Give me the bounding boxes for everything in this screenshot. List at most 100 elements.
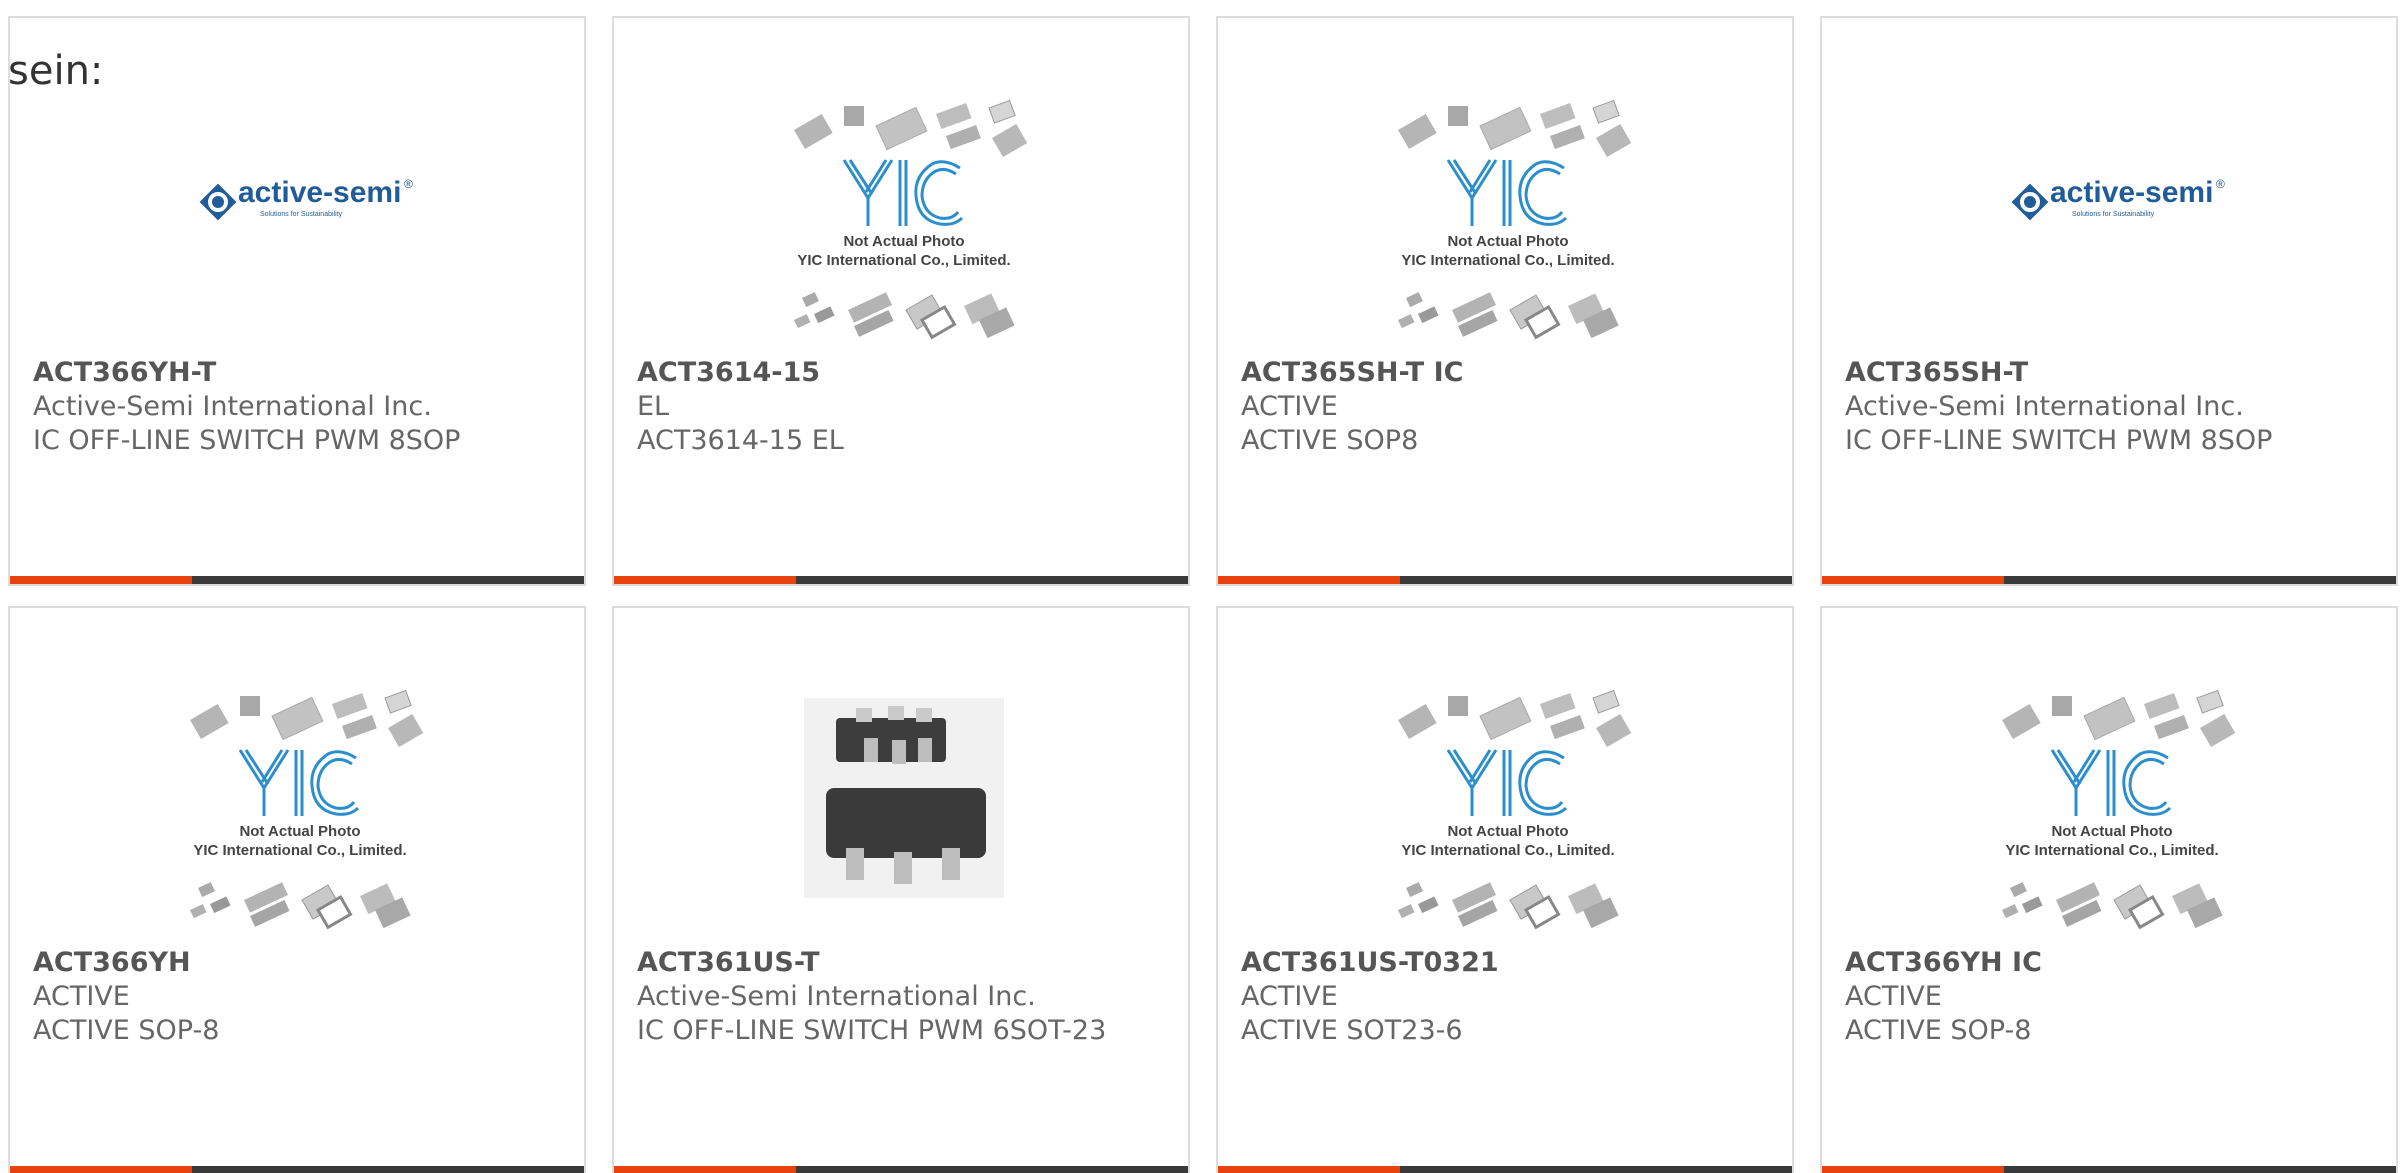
card-bottom-bar: [10, 576, 584, 584]
product-info: ACT366YH IC ACTIVE ACTIVE SOP-8: [1845, 946, 2315, 1048]
svg-text:Not Actual Photo: Not Actual Photo: [1447, 233, 1568, 250]
product-card[interactable]: Not Actual Photo YIC International Co., …: [1216, 16, 1794, 586]
product-grid: active-semi ® Solutions for Sustainabili…: [8, 16, 2400, 1173]
svg-text:active-semi: active-semi: [2050, 176, 2213, 209]
svg-text:®: ®: [2216, 177, 2225, 191]
product-info: ACT3614-15 EL ACT3614-15 EL: [637, 356, 1107, 458]
part-number: ACT366YH IC: [1845, 947, 2042, 978]
manufacturer: ACTIVE: [33, 981, 130, 1012]
svg-text:YIC International Co., Limited: YIC International Co., Limited.: [1401, 842, 1614, 859]
yic-not-actual-photo-image: Not Actual Photo YIC International Co., …: [1368, 98, 1648, 348]
card-accent: [1822, 1166, 2004, 1173]
manufacturer: Active-Semi International Inc.: [1845, 391, 2244, 422]
part-number: ACT3614-15: [637, 357, 821, 388]
product-info: ACT366YH-T Active-Semi International Inc…: [33, 356, 503, 458]
card-accent: [1218, 1166, 1400, 1173]
package-icons-bottom: [1398, 882, 1619, 930]
description: IC OFF-LINE SWITCH PWM 8SOP: [1845, 425, 2273, 456]
yic-not-actual-photo-image: Not Actual Photo YIC International Co., …: [764, 98, 1044, 348]
card-bottom-bar: [1822, 576, 2396, 584]
card-bottom-bar: [1822, 1166, 2396, 1173]
package-icons-bottom: [190, 882, 411, 930]
part-number: ACT366YH-T: [33, 357, 217, 388]
svg-text:Solutions for Sustainability: Solutions for Sustainability: [2072, 211, 2155, 218]
active-semi-logo-image: active-semi ® Solutions for Sustainabili…: [160, 98, 440, 348]
product-card[interactable]: active-semi ® Solutions for Sustainabili…: [8, 16, 586, 586]
product-info: ACT365SH-T IC ACTIVE ACTIVE SOP8: [1241, 356, 1711, 458]
svg-text:YIC International Co., Limited: YIC International Co., Limited.: [2005, 842, 2218, 859]
card-accent: [10, 576, 192, 584]
product-card[interactable]: ACT361US-T Active-Semi International Inc…: [612, 606, 1190, 1173]
product-info: ACT361US-T Active-Semi International Inc…: [637, 946, 1107, 1048]
product-grid-page: sein: active-semi ® Solutions for Sustai…: [0, 0, 2400, 1173]
card-bottom-bar: [1218, 576, 1792, 584]
card-bottom-bar: [614, 576, 1188, 584]
product-card[interactable]: Not Actual Photo YIC International Co., …: [612, 16, 1190, 586]
product-card[interactable]: active-semi ® Solutions for Sustainabili…: [1820, 16, 2398, 586]
yic-logo: [238, 749, 360, 816]
manufacturer: Active-Semi International Inc.: [637, 981, 1036, 1012]
product-info: ACT361US-T0321 ACTIVE ACTIVE SOT23-6: [1241, 946, 1711, 1048]
card-accent: [614, 576, 796, 584]
description: ACTIVE SOP8: [1241, 425, 1419, 456]
description: ACTIVE SOP-8: [33, 1015, 220, 1046]
manufacturer: ACTIVE: [1241, 981, 1338, 1012]
svg-text:®: ®: [404, 177, 413, 191]
product-info: ACT366YH ACTIVE ACTIVE SOP-8: [33, 946, 503, 1048]
product-info: ACT365SH-T Active-Semi International Inc…: [1845, 356, 2315, 458]
description: ACTIVE SOP-8: [1845, 1015, 2032, 1046]
package-icons-bottom: [794, 292, 1015, 340]
manufacturer: ACTIVE: [1845, 981, 1942, 1012]
svg-text:Solutions for Sustainability: Solutions for Sustainability: [260, 211, 343, 218]
package-icons-top: [190, 689, 424, 748]
card-accent: [614, 1166, 796, 1173]
yic-not-actual-photo-image: Not Actual Photo YIC International Co., …: [1368, 688, 1648, 938]
manufacturer: Active-Semi International Inc.: [33, 391, 432, 422]
yic-logo: [2050, 749, 2172, 816]
sot23-6-chip-photo-image: [764, 688, 1044, 938]
product-card[interactable]: Not Actual Photo YIC International Co., …: [1216, 606, 1794, 1173]
package-icons-top: [1398, 689, 1632, 748]
yic-not-actual-photo-image: Not Actual Photo YIC International Co., …: [160, 688, 440, 938]
intro-text: sein:: [8, 48, 104, 94]
svg-text:YIC International Co., Limited: YIC International Co., Limited.: [1401, 252, 1614, 269]
card-accent: [1822, 576, 2004, 584]
manufacturer: ACTIVE: [1241, 391, 1338, 422]
description: IC OFF-LINE SWITCH PWM 8SOP: [33, 425, 461, 456]
card-accent: [10, 1166, 192, 1173]
description: ACT3614-15 EL: [637, 425, 844, 456]
package-icons-top: [2002, 689, 2236, 748]
product-card[interactable]: Not Actual Photo YIC International Co., …: [8, 606, 586, 1173]
package-icons-top: [1398, 99, 1632, 158]
part-number: ACT361US-T: [637, 947, 820, 978]
description: IC OFF-LINE SWITCH PWM 6SOT-23: [637, 1015, 1107, 1046]
svg-text:Not Actual Photo: Not Actual Photo: [2051, 823, 2172, 840]
card-bottom-bar: [1218, 1166, 1792, 1173]
yic-logo: [842, 159, 964, 226]
card-bottom-bar: [10, 1166, 584, 1173]
package-icons-bottom: [1398, 292, 1619, 340]
product-card[interactable]: Not Actual Photo YIC International Co., …: [1820, 606, 2398, 1173]
active-semi-logo-image: active-semi ® Solutions for Sustainabili…: [1972, 98, 2252, 348]
svg-text:active-semi: active-semi: [238, 176, 401, 209]
svg-text:Not Actual Photo: Not Actual Photo: [843, 233, 964, 250]
card-accent: [1218, 576, 1400, 584]
part-number: ACT366YH: [33, 947, 191, 978]
active-semi-logo: active-semi ® Solutions for Sustainabili…: [199, 176, 413, 221]
description: ACTIVE SOT23-6: [1241, 1015, 1463, 1046]
yic-not-actual-photo-image: Not Actual Photo YIC International Co., …: [1972, 688, 2252, 938]
active-semi-logo: active-semi ® Solutions for Sustainabili…: [2011, 176, 2225, 221]
manufacturer: EL: [637, 391, 670, 422]
package-icons-top: [794, 99, 1028, 158]
yic-logo: [1446, 159, 1568, 226]
svg-text:YIC International Co., Limited: YIC International Co., Limited.: [193, 842, 406, 859]
part-number: ACT361US-T0321: [1241, 947, 1499, 978]
svg-text:Not Actual Photo: Not Actual Photo: [239, 823, 360, 840]
package-icons-bottom: [2002, 882, 2223, 930]
yic-logo: [1446, 749, 1568, 816]
card-bottom-bar: [614, 1166, 1188, 1173]
svg-text:YIC International Co., Limited: YIC International Co., Limited.: [797, 252, 1010, 269]
svg-text:Not Actual Photo: Not Actual Photo: [1447, 823, 1568, 840]
part-number: ACT365SH-T IC: [1241, 357, 1464, 388]
part-number: ACT365SH-T: [1845, 357, 2029, 388]
